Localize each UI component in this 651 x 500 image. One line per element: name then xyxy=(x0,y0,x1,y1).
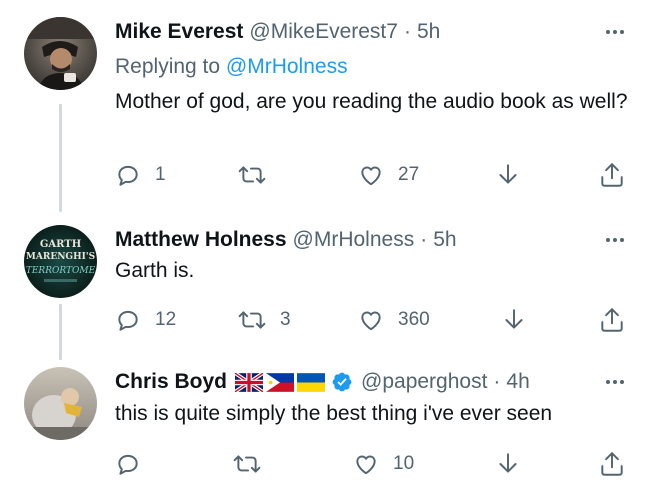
avatar-title-line2: MARENGHI'S xyxy=(26,252,95,262)
heart-icon xyxy=(356,455,376,475)
tweet-text: Garth is. xyxy=(115,259,195,282)
download-arrow-icon xyxy=(499,164,517,184)
author-handle[interactable]: @paperghost xyxy=(361,370,487,394)
avatar[interactable] xyxy=(24,367,97,440)
author-name[interactable]: Matthew Holness xyxy=(115,228,287,252)
more-options-icon[interactable] xyxy=(606,17,624,47)
like-button[interactable]: 27 xyxy=(358,160,419,190)
bookmark-button[interactable] xyxy=(502,305,526,335)
like-count: 360 xyxy=(398,309,430,330)
author-name[interactable]: Mike Everest xyxy=(115,20,243,44)
tweet[interactable]: GARTH MARENGHI'S TERRORTOME Matthew Holn… xyxy=(0,225,651,345)
tweet-text: this is quite simply the best thing i've… xyxy=(115,402,553,425)
tweet-actions: 10 xyxy=(0,449,651,479)
retweet-count: 3 xyxy=(280,309,291,330)
separator: · xyxy=(420,228,428,251)
retweet-button[interactable] xyxy=(238,160,280,190)
avatar[interactable] xyxy=(24,17,97,90)
reply-icon xyxy=(118,165,138,186)
retweet-icon xyxy=(238,166,266,184)
like-count: 10 xyxy=(393,453,415,474)
reply-count: 12 xyxy=(155,309,177,330)
more-options-icon[interactable] xyxy=(606,367,624,397)
tweet[interactable]: Mike Everest @MikeEverest7 · 5h Replying… xyxy=(0,17,651,197)
retweet-icon xyxy=(238,311,266,329)
like-count: 27 xyxy=(398,164,420,185)
download-arrow-icon xyxy=(499,453,517,473)
tweet[interactable]: Chris Boyd @paperghost · 4h this is quit… xyxy=(0,367,651,487)
more-options-icon[interactable] xyxy=(606,225,624,255)
retweet-icon xyxy=(233,455,261,473)
bookmark-button[interactable] xyxy=(496,160,520,190)
download-arrow-icon xyxy=(505,309,523,329)
reply-icon xyxy=(118,454,138,475)
share-button[interactable] xyxy=(599,449,625,479)
share-icon xyxy=(601,308,623,332)
tweet-actions: 12 3 360 xyxy=(0,305,651,335)
tweet-actions: 1 27 xyxy=(0,160,651,190)
author-handle[interactable]: @MikeEverest7 xyxy=(249,20,398,44)
author-handle[interactable]: @MrHolness xyxy=(293,228,415,252)
timestamp[interactable]: 5h xyxy=(417,20,440,44)
replying-label: Replying to xyxy=(115,55,221,78)
reply-count: 1 xyxy=(155,164,166,185)
name-flags xyxy=(235,372,326,392)
ukraine-flag-icon xyxy=(297,372,326,392)
retweet-button[interactable] xyxy=(233,449,275,479)
avatar-title-line1: GARTH xyxy=(40,239,81,250)
share-icon xyxy=(601,452,623,476)
timestamp[interactable]: 4h xyxy=(506,370,529,394)
share-icon xyxy=(601,163,623,187)
avatar-title-line3: TERRORTOME xyxy=(26,266,96,276)
bookmark-button[interactable] xyxy=(496,449,520,479)
heart-icon xyxy=(361,166,381,186)
avatar[interactable]: GARTH MARENGHI'S TERRORTOME xyxy=(24,225,97,298)
reply-button[interactable] xyxy=(115,449,155,479)
uk-flag-icon xyxy=(235,372,264,392)
separator: · xyxy=(403,20,411,43)
share-button[interactable] xyxy=(599,305,625,335)
heart-icon xyxy=(361,311,381,331)
separator: · xyxy=(493,370,501,393)
verified-badge-icon xyxy=(331,371,353,393)
timestamp[interactable]: 5h xyxy=(433,228,456,252)
reply-button[interactable]: 12 xyxy=(115,305,176,335)
like-button[interactable]: 10 xyxy=(353,449,414,479)
replying-to: Replying to @MrHolness xyxy=(115,52,348,82)
tweet-text: Mother of god, are you reading the audio… xyxy=(115,90,628,113)
like-button[interactable]: 360 xyxy=(358,305,430,335)
share-button[interactable] xyxy=(599,160,625,190)
reply-button[interactable]: 1 xyxy=(115,160,166,190)
replying-mention[interactable]: @MrHolness xyxy=(226,55,348,78)
retweet-button[interactable]: 3 xyxy=(238,305,291,335)
philippines-flag-icon xyxy=(266,372,295,392)
reply-icon xyxy=(118,310,138,331)
author-name[interactable]: Chris Boyd xyxy=(115,370,227,394)
